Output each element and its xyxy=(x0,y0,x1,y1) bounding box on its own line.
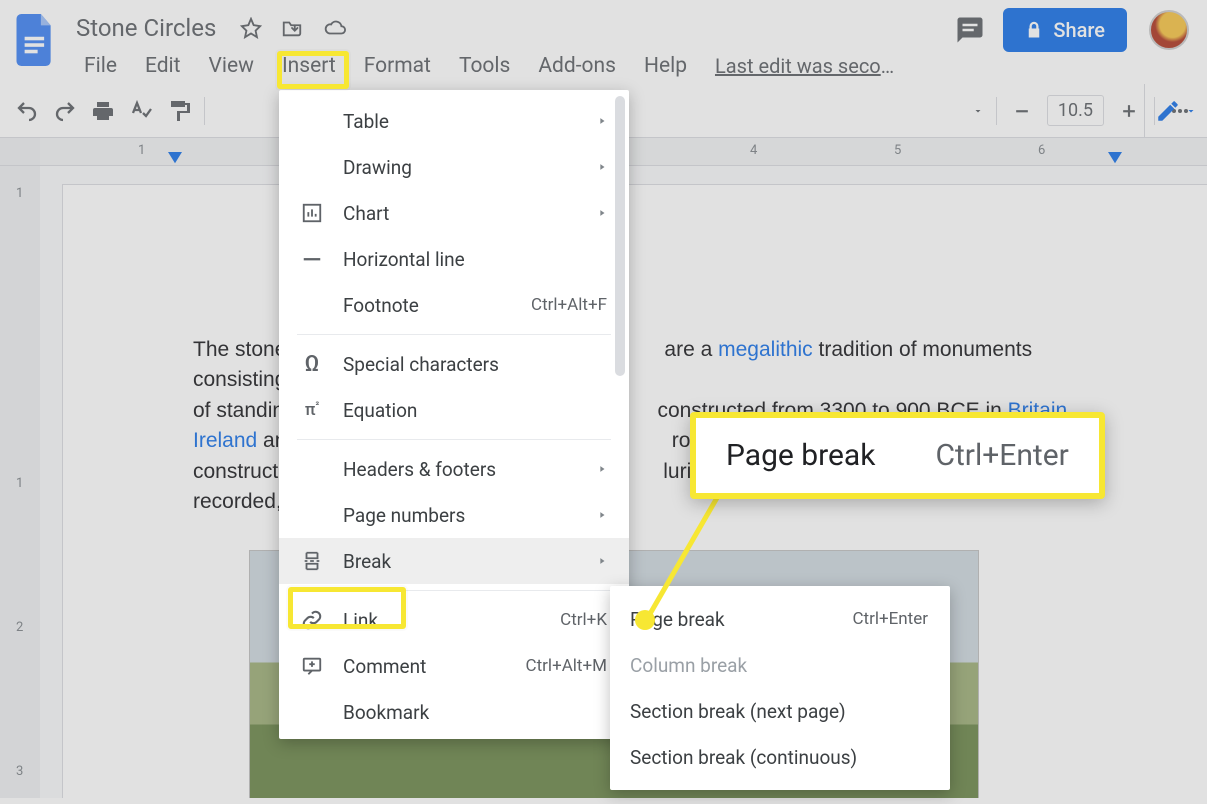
menu-item-label: Special characters xyxy=(343,353,607,376)
menu-item-label: Horizontal line xyxy=(343,248,607,271)
menu-bar: File Edit View Insert Format Tools Add-o… xyxy=(70,48,945,84)
shortcut-label: Ctrl+K xyxy=(560,610,607,630)
insert-menu-dropdown: Table Drawing Chart Horizontal line Footnote… xyxy=(279,90,629,739)
ruler-tick: 6 xyxy=(1038,143,1045,158)
menu-insert[interactable]: Insert xyxy=(268,48,350,84)
submenu-arrow-icon xyxy=(597,463,607,475)
menu-item-label: Comment xyxy=(343,655,478,678)
link-ireland[interactable]: Ireland xyxy=(193,429,257,452)
comment-icon xyxy=(299,655,325,677)
docs-logo-icon[interactable] xyxy=(12,8,60,72)
link-icon xyxy=(299,609,325,631)
document-title[interactable]: Stone Circles xyxy=(70,12,222,44)
ruler-tick: 1 xyxy=(138,143,145,158)
shortcut-label: Ctrl+Enter xyxy=(852,609,928,629)
ruler-tick: 4 xyxy=(750,143,757,158)
undo-icon[interactable] xyxy=(14,98,40,124)
open-comments-icon[interactable] xyxy=(955,15,985,45)
break-icon xyxy=(299,550,325,572)
print-icon[interactable] xyxy=(90,98,116,124)
break-item-page-break[interactable]: Page break Ctrl+Enter xyxy=(610,596,950,642)
menu-item-label: Bookmark xyxy=(343,701,607,724)
insert-item-horizontal-line[interactable]: Horizontal line xyxy=(279,236,629,282)
share-label: Share xyxy=(1053,18,1105,42)
callout-label: Page break xyxy=(726,438,875,473)
break-submenu: Page break Ctrl+Enter Column break Section … xyxy=(610,586,950,790)
chevron-down-icon xyxy=(1185,105,1197,117)
star-icon[interactable] xyxy=(240,17,262,39)
link-megalithic[interactable]: megalithic xyxy=(718,338,813,361)
indent-marker-left[interactable] xyxy=(168,152,182,165)
insert-item-break[interactable]: Break xyxy=(279,538,629,584)
insert-item-bookmark[interactable]: Bookmark xyxy=(279,689,629,735)
menu-item-label: Page break xyxy=(630,608,804,631)
submenu-arrow-icon xyxy=(597,555,607,567)
menu-format[interactable]: Format xyxy=(350,48,445,84)
insert-item-comment[interactable]: Comment Ctrl+Alt+M xyxy=(279,643,629,689)
editing-mode-button[interactable] xyxy=(1144,84,1207,138)
break-item-section-break-next-page-[interactable]: Section break (next page) xyxy=(610,688,950,734)
callout-page-break: Page break Ctrl+Enter xyxy=(690,412,1105,499)
shortcut-label: Ctrl+Alt+M xyxy=(526,656,607,676)
menu-item-label: Chart xyxy=(343,202,549,225)
menu-tools[interactable]: Tools xyxy=(445,48,524,84)
omega-icon: Ω xyxy=(299,352,325,377)
break-item-column-break: Column break xyxy=(610,642,950,688)
insert-item-link[interactable]: Link Ctrl+K xyxy=(279,597,629,643)
pencil-icon xyxy=(1155,98,1181,124)
submenu-arrow-icon xyxy=(597,509,607,521)
menu-item-label: Link xyxy=(343,609,512,632)
menu-item-label: Section break (continuous) xyxy=(630,746,928,769)
menu-file[interactable]: File xyxy=(70,48,131,84)
zoom-dropdown-arrow[interactable] xyxy=(972,105,984,117)
menu-edit[interactable]: Edit xyxy=(131,48,195,84)
menu-item-label: Equation xyxy=(343,399,607,422)
menu-item-label: Column break xyxy=(630,654,928,677)
hline-icon xyxy=(299,248,325,270)
insert-item-headers-footers[interactable]: Headers & footers xyxy=(279,446,629,492)
pi-icon: π² xyxy=(299,400,325,420)
vertical-ruler[interactable]: 1 1 2 3 xyxy=(0,166,40,798)
submenu-arrow-icon xyxy=(597,115,607,127)
shortcut-label: Ctrl+Alt+F xyxy=(531,295,607,315)
account-avatar[interactable] xyxy=(1149,10,1189,50)
paint-format-icon[interactable] xyxy=(166,98,192,124)
menu-item-label: Drawing xyxy=(343,156,549,179)
menu-item-label: Section break (next page) xyxy=(630,700,928,723)
lock-icon xyxy=(1025,20,1043,40)
menu-item-label: Headers & footers xyxy=(343,458,549,481)
dropdown-scrollbar[interactable] xyxy=(615,96,625,376)
spellcheck-icon[interactable] xyxy=(128,98,154,124)
last-edit-link[interactable]: Last edit was second… xyxy=(701,48,911,84)
insert-item-footnote[interactable]: Footnote Ctrl+Alt+F xyxy=(279,282,629,328)
menu-item-label: Table xyxy=(343,110,549,133)
break-item-section-break-continuous-[interactable]: Section break (continuous) xyxy=(610,734,950,780)
insert-item-page-numbers[interactable]: Page numbers xyxy=(279,492,629,538)
decrease-font-icon[interactable] xyxy=(1009,98,1035,124)
menu-view[interactable]: View xyxy=(195,48,268,84)
insert-item-equation[interactable]: π² Equation xyxy=(279,387,629,433)
menu-item-label: Page numbers xyxy=(343,504,549,527)
share-button[interactable]: Share xyxy=(1003,8,1127,52)
menu-addons[interactable]: Add-ons xyxy=(524,48,630,84)
menu-item-label: Break xyxy=(343,550,549,573)
insert-item-drawing[interactable]: Drawing xyxy=(279,144,629,190)
header-bar: Stone Circles File Edit View Insert Form… xyxy=(0,0,1207,84)
font-size-input[interactable]: 10.5 xyxy=(1047,95,1104,126)
submenu-arrow-icon xyxy=(597,207,607,219)
redo-icon[interactable] xyxy=(52,98,78,124)
insert-item-chart[interactable]: Chart xyxy=(279,190,629,236)
increase-font-icon[interactable] xyxy=(1116,98,1142,124)
cloud-status-icon[interactable] xyxy=(322,17,348,39)
menu-item-label: Footnote xyxy=(343,294,483,317)
insert-item-special-characters[interactable]: Ω Special characters xyxy=(279,341,629,387)
callout-shortcut: Ctrl+Enter xyxy=(935,438,1068,473)
ruler-tick: 5 xyxy=(894,143,901,158)
menu-help[interactable]: Help xyxy=(630,48,701,84)
indent-marker-right[interactable] xyxy=(1108,152,1122,165)
chart-icon xyxy=(299,202,325,224)
submenu-arrow-icon xyxy=(597,161,607,173)
move-icon[interactable] xyxy=(280,17,304,39)
insert-item-table[interactable]: Table xyxy=(279,98,629,144)
